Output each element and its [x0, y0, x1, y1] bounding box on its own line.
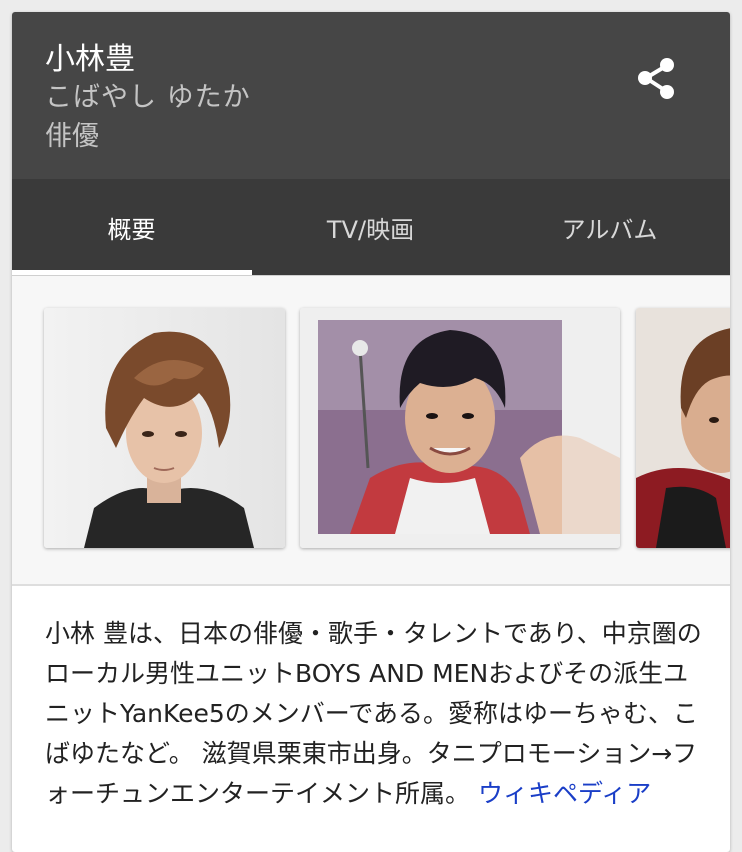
- share-icon[interactable]: [632, 54, 682, 104]
- entity-category: 俳優: [45, 121, 99, 152]
- photo-thumbnail[interactable]: [300, 308, 620, 548]
- tab-tv-movies[interactable]: TV/映画: [251, 179, 490, 276]
- panel-header: 小林豊 こばやし ゆたか 俳優: [12, 12, 730, 179]
- photo-carousel[interactable]: [12, 276, 730, 584]
- wikipedia-link[interactable]: ウィキペディア: [478, 779, 651, 808]
- photo-thumbnail[interactable]: [636, 308, 730, 548]
- section-divider: [12, 584, 730, 586]
- tab-bar: 概要 TV/映画 アルバム: [12, 179, 730, 276]
- entity-name: 小林豊: [45, 42, 135, 77]
- tab-albums[interactable]: アルバム: [490, 179, 729, 276]
- photo-thumbnail[interactable]: [44, 308, 285, 548]
- knowledge-panel: 小林豊 こばやし ゆたか 俳優 概要 TV/映画 アルバム 小林 豊は、日本の俳…: [12, 12, 730, 852]
- entity-reading: こばやし ゆたか: [45, 82, 251, 113]
- tab-overview[interactable]: 概要: [12, 179, 251, 276]
- entity-description: 小林 豊は、日本の俳優・歌手・タレントであり、中京圏のローカル男性ユニットBOY…: [45, 614, 705, 814]
